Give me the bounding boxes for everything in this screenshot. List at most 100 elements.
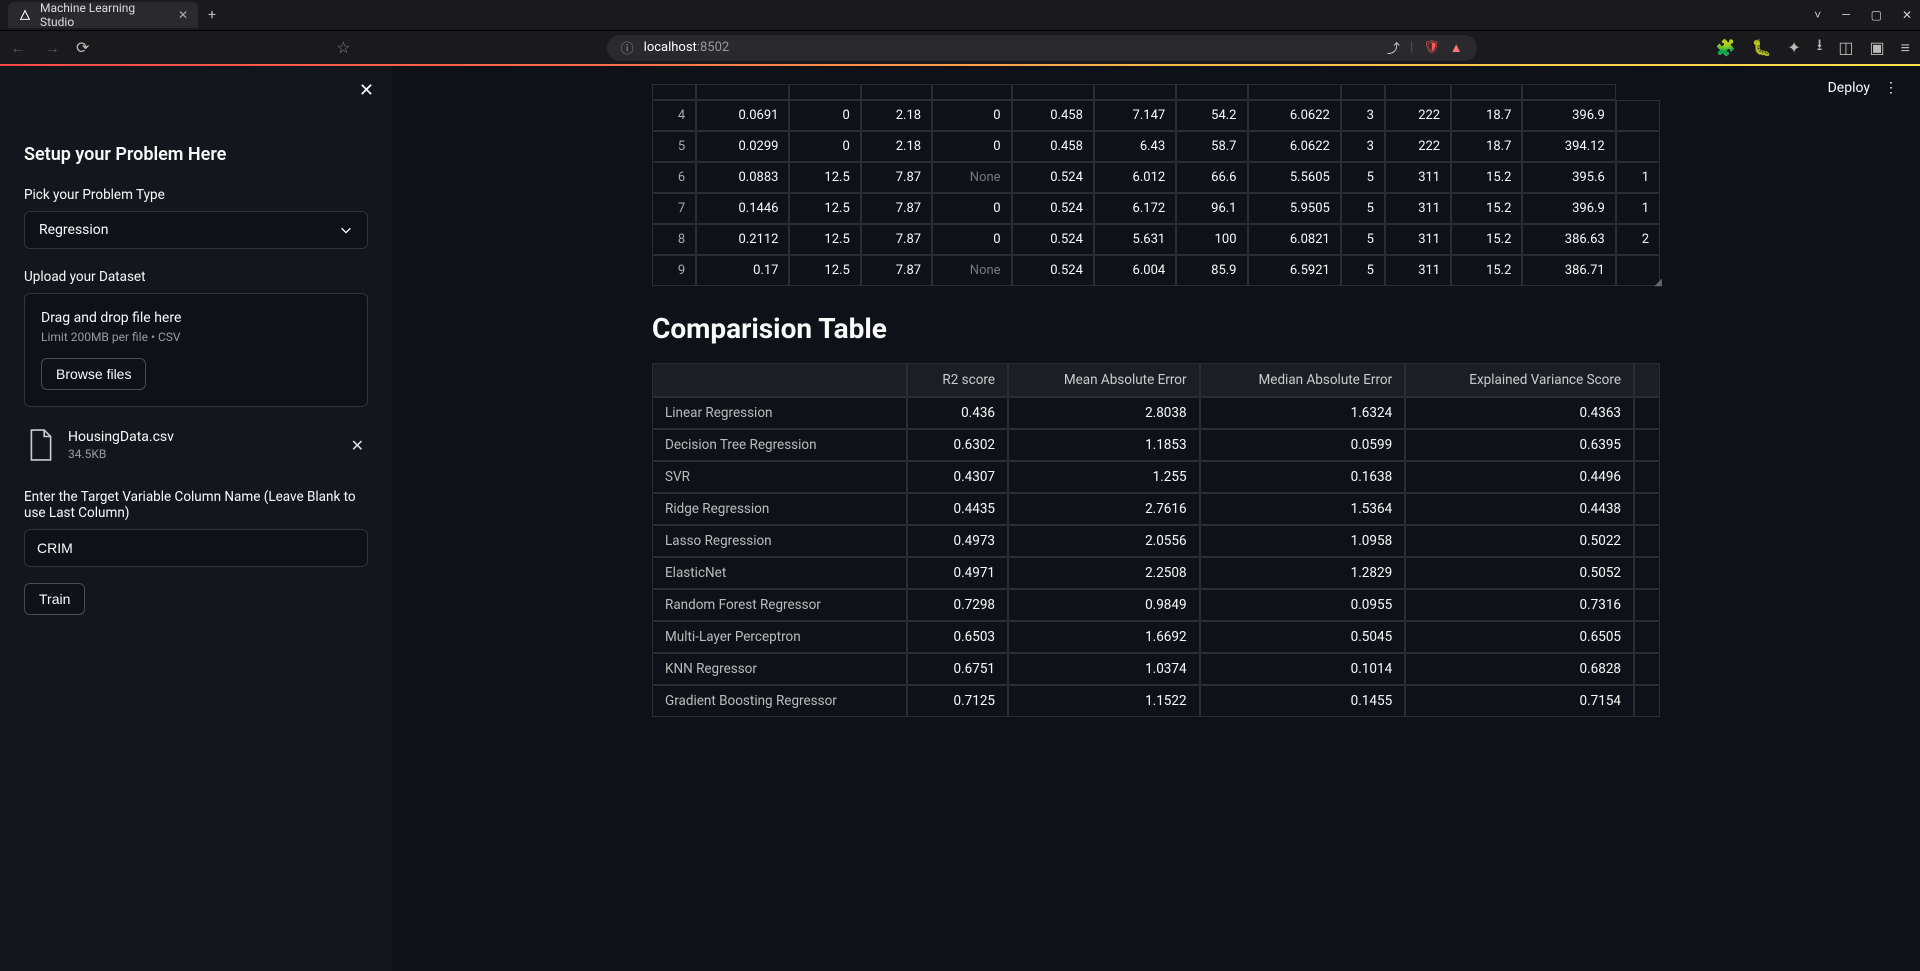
cell: 0.1014	[1200, 653, 1406, 685]
table-row[interactable]: Multi-Layer Perceptron0.65031.66920.5045…	[652, 621, 1660, 653]
deploy-button[interactable]: Deploy	[1828, 80, 1870, 96]
table-row[interactable]: 40.069102.1800.4587.14754.26.0622322218.…	[652, 100, 1660, 131]
new-tab-button[interactable]: +	[208, 7, 216, 23]
column-header[interactable]: Mean Absolute Error	[1008, 363, 1200, 397]
shield-icon[interactable]: 🛡	[1423, 40, 1440, 55]
uploaded-file: HousingData.csv 34.5KB ✕	[24, 421, 368, 469]
table-row[interactable]: SVR0.43071.2550.16380.4496	[652, 461, 1660, 493]
data-preview-table[interactable]: 40.069102.1800.4587.14754.26.0622322218.…	[652, 84, 1660, 286]
resize-handle-icon[interactable]: ◢	[1654, 277, 1662, 288]
table-row[interactable]: KNN Regressor0.67511.03740.10140.6828	[652, 653, 1660, 685]
cell: 12.5	[789, 255, 860, 286]
cell: 0.5045	[1200, 621, 1406, 653]
table-row[interactable]: ElasticNet0.49712.25081.28290.5052	[652, 557, 1660, 589]
tab-title: Machine Learning Studio	[40, 1, 170, 29]
address-bar[interactable]: ⓘ localhost:8502 ⤴ | 🛡 ▲	[607, 35, 1477, 61]
table-row[interactable]: Ridge Regression0.44352.76161.53640.4438	[652, 493, 1660, 525]
cell: 0.4496	[1405, 461, 1634, 493]
cell: 222	[1385, 100, 1451, 131]
file-size: 34.5KB	[68, 447, 174, 461]
url-host: localhost	[644, 40, 697, 55]
cell: 0.6505	[1405, 621, 1634, 653]
cell: 396.9	[1522, 193, 1615, 224]
sidepanel-icon[interactable]: ◫	[1838, 38, 1853, 57]
table-row[interactable]: Linear Regression0.4362.80381.63240.4363	[652, 397, 1660, 429]
more-icon[interactable]: ⋮	[1884, 80, 1898, 96]
column-header[interactable]: Median Absolute Error	[1200, 363, 1406, 397]
cell: 394.12	[1522, 131, 1615, 162]
site-icon	[18, 8, 32, 22]
select-value: Regression	[39, 222, 109, 238]
target-label: Enter the Target Variable Column Name (L…	[24, 489, 368, 521]
table-row[interactable]: 90.1712.57.87None0.5246.00485.96.5921531…	[652, 255, 1660, 286]
tab-list-icon[interactable]: ˅	[1814, 8, 1821, 22]
cell: 0.6395	[1405, 429, 1634, 461]
close-icon[interactable]: ✕	[178, 8, 188, 22]
row-index: 5	[652, 131, 696, 162]
cell: 1.6324	[1200, 397, 1406, 429]
cell: 222	[1385, 131, 1451, 162]
cell: 7.87	[861, 193, 932, 224]
table-row[interactable]: Lasso Regression0.49732.05561.09580.5022	[652, 525, 1660, 557]
cell: 311	[1385, 255, 1451, 286]
cell: 395.6	[1522, 162, 1615, 193]
cell: 0.1455	[1200, 685, 1406, 717]
cell: 0	[789, 131, 860, 162]
table-row[interactable]: 50.029902.1800.4586.4358.76.0622322218.7…	[652, 131, 1660, 162]
cell: 1.1522	[1008, 685, 1200, 717]
brave-rewards-icon[interactable]: ▲	[1450, 40, 1463, 56]
maximize-icon[interactable]: ▢	[1871, 8, 1882, 22]
table-row[interactable]: 80.211212.57.8700.5245.6311006.082153111…	[652, 224, 1660, 255]
column-header[interactable]: R2 score	[907, 363, 1008, 397]
cell: 5.631	[1094, 224, 1176, 255]
share-icon[interactable]: ⤴	[1387, 38, 1400, 57]
table-row[interactable]: 60.088312.57.87None0.5246.01266.65.56055…	[652, 162, 1660, 193]
cell: 0.524	[1012, 224, 1094, 255]
back-icon[interactable]: ←	[10, 38, 26, 58]
extension-icon[interactable]: 🐛	[1751, 38, 1771, 57]
info-icon[interactable]: ⓘ	[621, 38, 634, 57]
cell: 2.8038	[1008, 397, 1200, 429]
cell: 100	[1176, 224, 1247, 255]
model-name: Linear Regression	[652, 397, 907, 429]
table-row[interactable]: 70.144612.57.8700.5246.17296.15.95055311…	[652, 193, 1660, 224]
extension-icon[interactable]: 🧩	[1716, 38, 1736, 57]
cell: 0.7154	[1405, 685, 1634, 717]
target-input[interactable]	[24, 529, 368, 567]
cell: 5	[1341, 193, 1385, 224]
url-port: :8502	[697, 40, 729, 55]
cell: 0	[932, 100, 1011, 131]
cell: None	[932, 162, 1011, 193]
close-window-icon[interactable]: ✕	[1902, 8, 1912, 22]
table-row[interactable]: Gradient Boosting Regressor0.71251.15220…	[652, 685, 1660, 717]
remove-file-icon[interactable]: ✕	[351, 436, 364, 455]
bookmark-icon[interactable]: ☆	[336, 38, 350, 57]
table-row[interactable]: Random Forest Regressor0.72980.98490.095…	[652, 589, 1660, 621]
browser-tab[interactable]: Machine Learning Studio ✕	[8, 2, 198, 28]
column-header[interactable]	[652, 363, 907, 397]
cell: 311	[1385, 162, 1451, 193]
file-dropzone[interactable]: Drag and drop file here Limit 200MB per …	[24, 293, 368, 407]
comparison-table[interactable]: R2 scoreMean Absolute ErrorMedian Absolu…	[652, 363, 1660, 717]
download-icon[interactable]: ⭳	[1817, 34, 1823, 61]
menu-icon[interactable]: ≡	[1901, 38, 1910, 58]
main-content: Deploy ⋮ 40.069102.1800.4587.14754.26.06…	[392, 66, 1920, 971]
forward-icon[interactable]: →	[44, 38, 60, 58]
table-row[interactable]: Decision Tree Regression0.63021.18530.05…	[652, 429, 1660, 461]
wallet-icon[interactable]: ▣	[1870, 38, 1885, 57]
column-header[interactable]: Explained Variance Score	[1405, 363, 1634, 397]
train-button[interactable]: Train	[24, 583, 85, 615]
cell: 6.172	[1094, 193, 1176, 224]
minimize-icon[interactable]: —	[1841, 8, 1850, 22]
cell: 7.87	[861, 255, 932, 286]
cell: 386.63	[1522, 224, 1615, 255]
close-sidebar-icon[interactable]: ✕	[359, 80, 374, 101]
browse-files-button[interactable]: Browse files	[41, 358, 146, 390]
cell: 6.43	[1094, 131, 1176, 162]
extensions-icon[interactable]: ✦	[1787, 38, 1800, 57]
cell: 5.9505	[1248, 193, 1341, 224]
cell: 0.4438	[1405, 493, 1634, 525]
problem-type-select[interactable]: Regression	[24, 211, 368, 249]
reload-icon[interactable]: ⟳	[76, 38, 89, 57]
model-name: Ridge Regression	[652, 493, 907, 525]
